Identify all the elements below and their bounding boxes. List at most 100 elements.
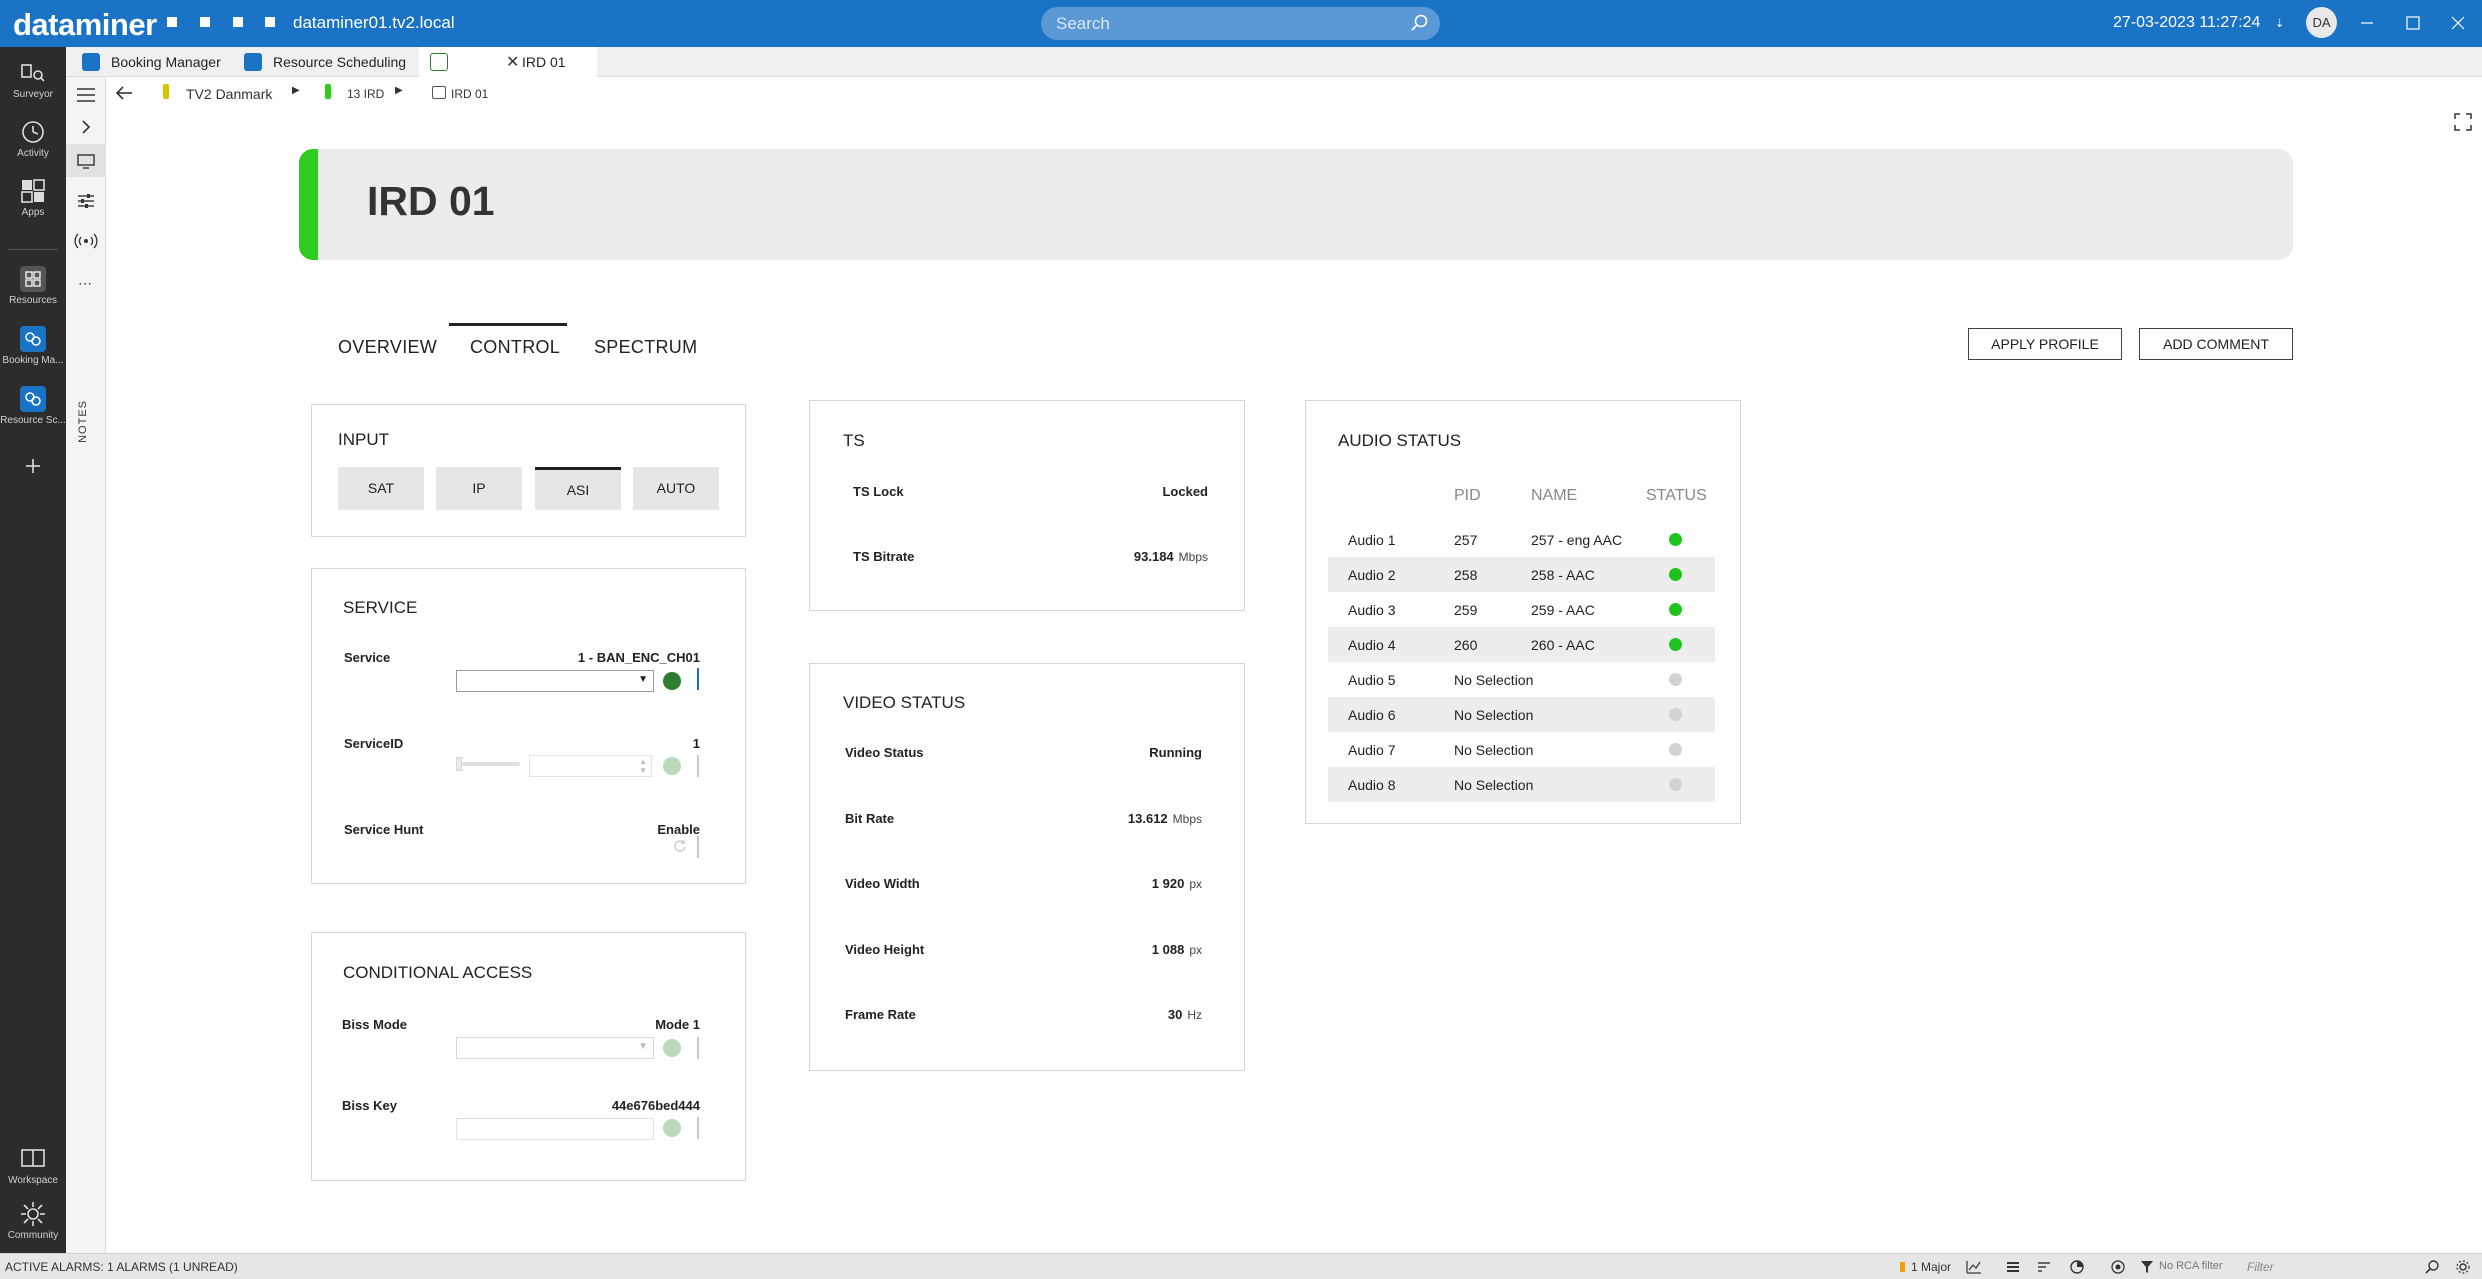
refresh-icon[interactable] [673,839,687,853]
community-icon [21,1202,45,1226]
chevron-down-icon[interactable]: ⇣ [2275,17,2284,30]
tab-overview[interactable]: OVERVIEW [338,337,437,358]
app-apps[interactable]: Apps [0,177,66,218]
service-hunt-label: Service Hunt [344,822,424,837]
input-asi-button[interactable]: ASI [535,467,621,510]
plus-icon [26,459,40,473]
signal-icon[interactable] [74,229,98,253]
workspace-icon [21,1149,45,1167]
avatar[interactable]: DA [2306,7,2337,38]
view-status-icon [163,84,169,99]
chevron-right-icon[interactable]: ▶ [395,85,403,96]
breadcrumb-item[interactable]: TV2 Danmark [186,86,272,102]
status-indicator-icon [1669,533,1682,546]
biss-mode-dropdown[interactable]: ▼ [456,1037,654,1059]
audio-pid-cell: No Selection [1454,672,1534,688]
status-bar-indicator [299,149,318,260]
card-view-button[interactable] [66,144,106,177]
app-surveyor[interactable]: Surveyor [0,59,66,100]
audio-pid-cell: 257 [1454,532,1478,548]
tab-spectrum[interactable]: SPECTRUM [594,337,697,358]
element-icon [430,53,448,71]
status-indicator-icon [1669,708,1682,721]
app-resources[interactable]: Resources [0,265,66,306]
major-count[interactable]: 1 Major [1911,1260,1951,1274]
table-row: Audio 1 257 257 - eng AAC [1328,522,1715,557]
chevron-down-icon: ▼ [638,674,648,685]
filter-input[interactable]: Filter [2247,1260,2274,1274]
app-label: Resource Sc... [0,415,66,426]
audio-name-cell: 259 - AAC [1531,602,1595,618]
audio-channel-cell: Audio 4 [1348,637,1396,653]
search-icon[interactable] [1410,14,1428,32]
menu-icon[interactable] [74,83,98,107]
input-ip-button[interactable]: IP [436,467,522,510]
more-icon[interactable]: ⋯ [78,275,92,292]
list-view-icon[interactable] [2005,1259,2021,1275]
booking-manager-icon [82,53,100,71]
audio-pid-cell: 259 [1454,602,1478,618]
tab-control[interactable]: CONTROL [470,337,560,358]
column-header-pid: PID [1454,487,1481,504]
apply-profile-button[interactable]: APPLY PROFILE [1968,328,2122,360]
focus-icon[interactable] [2110,1259,2126,1275]
sort-icon[interactable] [2036,1259,2052,1275]
app-label: Apps [21,207,45,218]
app-logo: dataminer [13,7,157,42]
biss-key-input[interactable] [456,1118,654,1140]
chevron-right-icon[interactable]: ▶ [292,85,300,96]
confirm-icon[interactable] [663,672,681,690]
toolbar-square-icon[interactable] [200,17,210,27]
chevron-right-icon[interactable] [74,115,98,139]
app-label: Resources [9,295,57,306]
back-arrow-icon[interactable] [114,84,134,102]
tab-booking-manager[interactable]: Booking Manager [74,47,234,77]
toolbar-square-icon[interactable] [167,17,177,27]
notes-tab[interactable]: NOTES [77,400,89,443]
toolbar-square-icon[interactable] [265,17,275,27]
slider-handle[interactable] [456,757,462,771]
close-icon[interactable] [2446,11,2470,35]
app-community[interactable]: Community [0,1200,66,1241]
minimize-icon[interactable] [2355,11,2379,35]
date-time: 27-03-2023 11:27:24 [2113,14,2261,31]
toolbar-square-icon[interactable] [233,17,243,27]
service-dropdown[interactable]: ▼ [456,670,654,692]
serviceid-stepper[interactable]: ▲ ▼ [529,755,652,777]
active-alarms-text[interactable]: ACTIVE ALARMS: 1 ALARMS (1 UNREAD) [5,1260,238,1274]
fullscreen-icon[interactable] [2454,113,2472,131]
breadcrumb-item[interactable]: 13 IRD [347,87,384,101]
confirm-icon[interactable] [663,1119,681,1137]
search-input[interactable]: Search [1041,7,1440,40]
serviceid-slider[interactable] [456,762,520,766]
close-tab-icon[interactable]: ✕ [506,52,519,72]
confirm-icon[interactable] [663,757,681,775]
input-sat-button[interactable]: SAT [338,467,424,510]
app-workspace[interactable]: Workspace [0,1145,66,1186]
panel-title: INPUT [338,430,389,449]
biss-key-label: Biss Key [342,1098,397,1113]
ts-bitrate-number: 93.184 [1133,549,1174,564]
breadcrumb-item[interactable]: IRD 01 [451,87,488,101]
filter-icon[interactable] [2139,1259,2155,1275]
app-activity[interactable]: Activity [0,118,66,159]
add-app-button[interactable] [0,452,66,480]
rca-filter-text[interactable]: No RCA filter [2159,1260,2223,1272]
settings-icon[interactable] [2455,1259,2471,1275]
frame-rate-unit: Hz [1187,1008,1202,1022]
add-comment-button[interactable]: ADD COMMENT [2139,328,2293,360]
input-auto-button[interactable]: AUTO [633,467,719,510]
status-indicator-icon [1669,603,1682,616]
pie-chart-icon[interactable] [2069,1259,2085,1275]
maximize-icon[interactable] [2401,11,2425,35]
app-resource-scheduling[interactable]: Resource Sc... [0,385,66,426]
settings-sliders-icon[interactable] [74,189,98,213]
stepper-up-icon[interactable]: ▲ [639,757,647,766]
stepper-down-icon[interactable]: ▼ [639,766,647,775]
trend-icon[interactable] [1966,1259,1982,1275]
confirm-icon[interactable] [663,1039,681,1057]
video-width-number: 1 920 [1151,876,1185,891]
table-row: Audio 5 No Selection [1328,662,1715,697]
search-icon[interactable] [2424,1259,2440,1275]
app-booking-manager[interactable]: Booking Ma... [0,325,66,366]
